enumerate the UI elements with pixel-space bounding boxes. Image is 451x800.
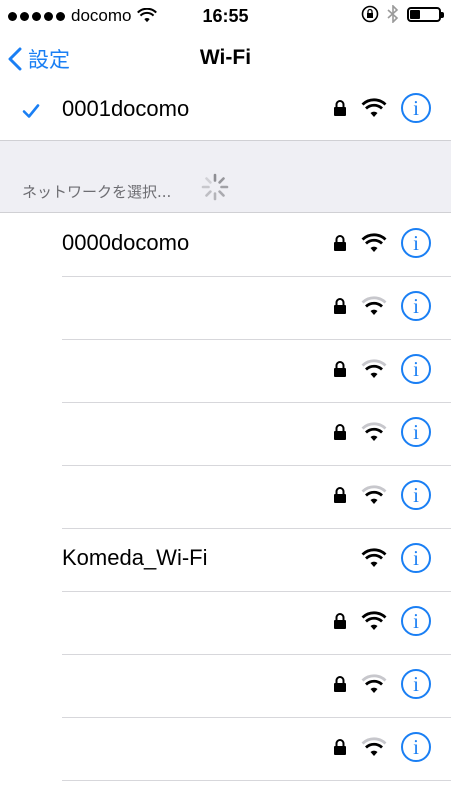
network-icons: i <box>333 669 431 699</box>
info-icon[interactable]: i <box>401 732 431 762</box>
navigation-bar: 設定 Wi-Fi <box>0 32 451 88</box>
bluetooth-icon <box>387 5 399 23</box>
network-icons: i <box>333 732 431 762</box>
lock-icon <box>334 424 346 440</box>
network-row[interactable]: 0000docomo i <box>0 213 451 277</box>
battery-level <box>410 9 420 19</box>
info-icon[interactable]: i <box>401 93 431 123</box>
lock-icon <box>334 487 346 503</box>
network-row[interactable]: i <box>0 402 451 466</box>
info-icon[interactable]: i <box>401 480 431 510</box>
network-name: Komeda_Wi-Fi <box>62 545 208 570</box>
network-icons: i <box>333 228 431 258</box>
lock-icon <box>334 100 346 116</box>
lock-icon <box>334 298 346 314</box>
connected-network-name: 0001docomo <box>62 96 190 121</box>
status-bar: docomo 16:55 <box>0 0 451 32</box>
wifi-icon <box>361 233 387 252</box>
battery-icon <box>407 6 444 22</box>
info-icon[interactable]: i <box>401 606 431 636</box>
lock-icon <box>334 235 346 251</box>
network-name: 0000docomo <box>62 230 190 255</box>
wifi-icon <box>361 98 387 117</box>
choose-network-header: ネットワークを選択... <box>0 140 451 213</box>
wifi-icon <box>361 296 387 315</box>
lock-icon <box>334 739 346 755</box>
row-divider <box>62 780 451 781</box>
network-list: 0000docomo i i i i i Komeda_Wi-Fi i i i … <box>0 213 451 781</box>
status-right <box>361 5 444 23</box>
wifi-icon <box>361 548 387 567</box>
wifi-icon <box>361 611 387 630</box>
network-icons: i <box>333 354 431 384</box>
network-row[interactable]: i <box>0 339 451 403</box>
connected-network-icons: i <box>333 93 431 123</box>
info-icon[interactable]: i <box>401 291 431 321</box>
checkmark-icon <box>22 104 40 118</box>
wifi-icon <box>361 422 387 441</box>
network-row[interactable]: i <box>0 276 451 340</box>
orientation-lock-icon <box>361 5 379 23</box>
info-icon[interactable]: i <box>401 543 431 573</box>
network-row[interactable]: i <box>0 717 451 781</box>
connected-network-row[interactable]: 0001docomo i <box>0 84 451 140</box>
lock-icon <box>334 361 346 377</box>
info-icon[interactable]: i <box>401 228 431 258</box>
network-icons: i <box>333 543 431 573</box>
network-row[interactable]: Komeda_Wi-Fi i <box>0 528 451 592</box>
wifi-icon <box>361 485 387 504</box>
wifi-icon <box>361 359 387 378</box>
wifi-icon <box>361 674 387 693</box>
lock-icon <box>334 613 346 629</box>
network-row[interactable]: i <box>0 591 451 655</box>
network-icons: i <box>333 606 431 636</box>
network-icons: i <box>333 480 431 510</box>
info-icon[interactable]: i <box>401 417 431 447</box>
loading-spinner-icon <box>201 173 229 201</box>
lock-icon <box>334 676 346 692</box>
network-row[interactable]: i <box>0 465 451 529</box>
network-icons: i <box>333 291 431 321</box>
wifi-icon <box>361 737 387 756</box>
info-icon[interactable]: i <box>401 354 431 384</box>
network-icons: i <box>333 417 431 447</box>
choose-network-label: ネットワークを選択... <box>22 183 172 201</box>
network-row[interactable]: i <box>0 654 451 718</box>
page-title: Wi-Fi <box>199 46 252 69</box>
info-icon[interactable]: i <box>401 669 431 699</box>
